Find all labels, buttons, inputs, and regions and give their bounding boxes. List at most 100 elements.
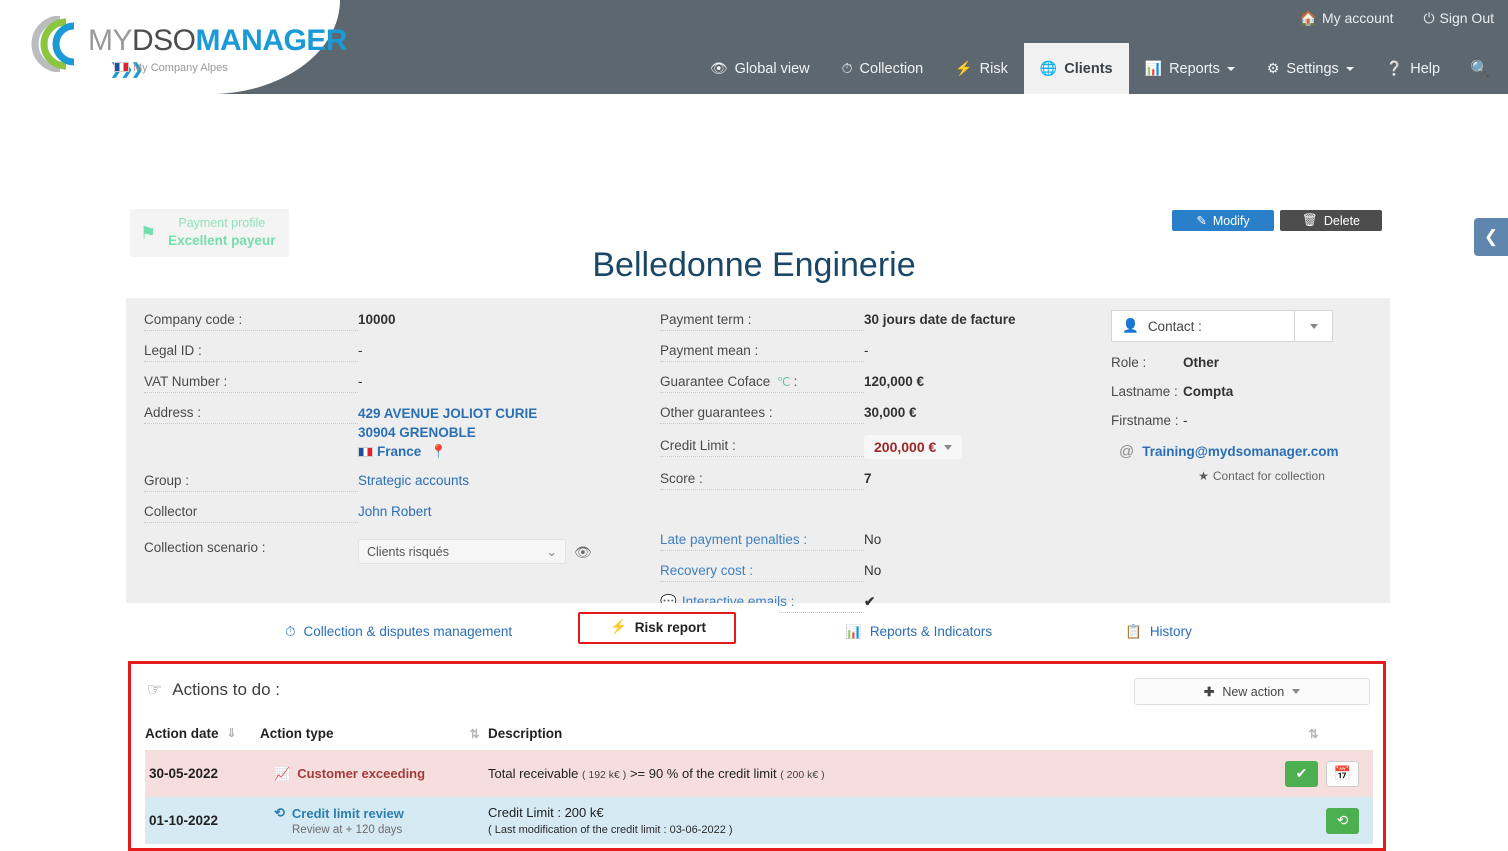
- gear-icon: ⚙: [1267, 60, 1280, 77]
- postpone-button[interactable]: 📅: [1326, 761, 1359, 787]
- nav-item-help[interactable]: ❔ Help: [1370, 43, 1456, 94]
- field-label: Legal ID :: [144, 342, 358, 362]
- search-icon[interactable]: 🔍: [1456, 43, 1508, 94]
- trash-icon: 🗑: [1302, 213, 1318, 228]
- chevron-down-icon: [1227, 67, 1235, 71]
- chevron-down-icon: ⌄: [547, 543, 557, 561]
- actions-table: Action date ⇓ Action type ⇅ Description …: [145, 716, 1373, 844]
- plus-icon: ✚: [1204, 684, 1214, 699]
- chevron-left-icon: ❮: [1484, 227, 1498, 247]
- contact-select[interactable]: 👤 Contact :: [1111, 310, 1333, 342]
- desc-mid: >= 90 % of the credit limit: [630, 766, 777, 781]
- collector-link[interactable]: John Robert: [358, 503, 432, 521]
- table-row[interactable]: 01-10-2022 ⟲ Credit limit review Review …: [145, 797, 1373, 844]
- contact-lastname-label: Lastname :: [1111, 383, 1183, 400]
- tab-label: Collection & disputes management: [304, 624, 513, 639]
- delete-button[interactable]: 🗑 Delete: [1280, 210, 1382, 231]
- nav-item-clients[interactable]: 🌐 Clients: [1024, 43, 1129, 94]
- field-value: -: [358, 342, 363, 360]
- address-line-1[interactable]: 429 AVENUE JOLIOT CURIE: [358, 404, 537, 423]
- question-icon: ❔: [1386, 60, 1403, 77]
- logo-my: MY: [88, 24, 132, 57]
- nav-label-settings: Settings: [1286, 61, 1338, 77]
- field-address: Address : 429 AVENUE JOLIOT CURIE 30904 …: [144, 404, 634, 461]
- row-description: Total receivable ( 192 k€ ) >= 90 % of t…: [488, 766, 1213, 781]
- field-label[interactable]: Late payment penalties :: [660, 531, 864, 551]
- new-action-button[interactable]: ✚ New action: [1134, 678, 1370, 705]
- tab-label: History: [1150, 624, 1192, 639]
- column-description[interactable]: Description: [488, 726, 1253, 741]
- tab-risk-report[interactable]: ⚡ Risk report: [538, 603, 778, 651]
- nav-item-collection[interactable]: ⏱ Collection: [826, 43, 940, 94]
- my-account-link[interactable]: 🏠My account: [1300, 10, 1394, 26]
- credit-limit-dropdown[interactable]: 200,000 €: [864, 435, 962, 459]
- field-value: -: [864, 342, 869, 360]
- group-link[interactable]: Strategic accounts: [358, 472, 469, 490]
- sign-out-link[interactable]: ⏻Sign Out: [1423, 10, 1494, 26]
- tab-reports-indicators[interactable]: 📊 Reports & Indicators: [831, 612, 1006, 651]
- nav-label-risk: Risk: [980, 61, 1008, 77]
- field-score: Score : 7: [660, 470, 1090, 490]
- contact-select-arrow[interactable]: [1294, 311, 1332, 341]
- nav-label-global-view: Global view: [735, 61, 810, 77]
- contact-email-link[interactable]: Training@mydsomanager.com: [1142, 444, 1338, 459]
- france-flag-icon: [358, 447, 373, 457]
- nav-item-risk[interactable]: ⚡ Risk: [939, 43, 1024, 94]
- collection-scenario-select[interactable]: Clients risqués ⌄: [358, 539, 566, 564]
- column-action-date[interactable]: Action date ⇓: [145, 726, 260, 741]
- sidebar-collapse-toggle[interactable]: ❮: [1474, 218, 1508, 256]
- pointing-hand-icon: ☞: [147, 680, 162, 700]
- scenario-value: Clients risqués: [367, 543, 449, 561]
- address-line-2[interactable]: 30904 GRENOBLE: [358, 423, 537, 442]
- tab-history[interactable]: 📋 History: [1111, 612, 1206, 651]
- sort-toggle-type[interactable]: ⇅: [460, 726, 488, 741]
- contact-lastname: Lastname : Compta: [1111, 383, 1376, 400]
- sort-toggle-description[interactable]: ⇅: [1253, 726, 1373, 741]
- logo-dso: DSO: [132, 24, 196, 57]
- nav-label-reports: Reports: [1169, 61, 1220, 77]
- app-logo[interactable]: MYDSOMANAGER ❯❯❯ My Company Alpes: [30, 12, 330, 82]
- app-header: MYDSOMANAGER ❯❯❯ My Company Alpes 🏠My ac…: [0, 0, 1508, 94]
- field-value: 30 jours date de facture: [864, 311, 1016, 329]
- field-label: Collector: [144, 503, 358, 523]
- field-label: Company code :: [144, 311, 358, 331]
- desc-pre: Credit Limit : 200 k€: [488, 805, 1213, 820]
- nav-label-collection: Collection: [860, 61, 924, 77]
- contact-for-collection: ★Contact for collection: [1111, 469, 1376, 483]
- table-row[interactable]: 30-05-2022 📈 Customer exceeding Total re…: [145, 750, 1373, 797]
- column-action-type[interactable]: Action type: [260, 726, 460, 741]
- check-icon: ✔: [1296, 765, 1308, 782]
- mark-done-button[interactable]: ✔: [1285, 761, 1318, 787]
- nav-item-reports[interactable]: 📊 Reports: [1129, 43, 1251, 94]
- row-date: 01-10-2022: [145, 813, 260, 828]
- field-label: VAT Number :: [144, 373, 358, 393]
- field-vat-number: VAT Number : -: [144, 373, 634, 393]
- page-body: ⚑ Payment profile Excellent payeur ✎ Mod…: [0, 94, 1508, 769]
- contact-select-main[interactable]: 👤 Contact :: [1112, 311, 1294, 341]
- bolt-icon: ⚡: [955, 60, 972, 77]
- nav-label-help: Help: [1410, 61, 1440, 77]
- nav-item-settings[interactable]: ⚙ Settings: [1251, 43, 1370, 94]
- preview-eye-icon[interactable]: 👁: [574, 543, 592, 561]
- client-info-panel: Company code : 10000 Legal ID : - VAT Nu…: [126, 298, 1390, 603]
- map-pin-icon[interactable]: 📍: [430, 444, 447, 459]
- home-icon: 🏠: [1300, 10, 1317, 26]
- nav-item-global-view[interactable]: 👁 Global view: [694, 43, 826, 94]
- sort-desc-icon[interactable]: ⇓: [227, 726, 236, 740]
- logo-text: MYDSOMANAGER: [88, 24, 347, 58]
- info-column-left: Company code : 10000 Legal ID : - VAT Nu…: [144, 311, 634, 575]
- tab-label: Risk report: [635, 620, 706, 635]
- field-label: Address :: [144, 404, 358, 424]
- field-legal-id: Legal ID : -: [144, 342, 634, 362]
- desc-pre: Total receivable: [488, 766, 578, 781]
- field-value: No: [864, 562, 881, 580]
- field-label[interactable]: Recovery cost :: [660, 562, 864, 582]
- modify-button[interactable]: ✎ Modify: [1172, 210, 1274, 231]
- chevron-down-icon: [1310, 324, 1318, 329]
- country-label: France: [377, 444, 421, 459]
- clock-icon: ⏱: [842, 60, 853, 77]
- contact-firstname: Firstname : -: [1111, 412, 1376, 429]
- actions-heading-label: Actions to do :: [172, 680, 280, 700]
- tab-collection-disputes[interactable]: ⏱ Collection & disputes management: [271, 612, 526, 651]
- review-button[interactable]: ⟲: [1326, 808, 1359, 834]
